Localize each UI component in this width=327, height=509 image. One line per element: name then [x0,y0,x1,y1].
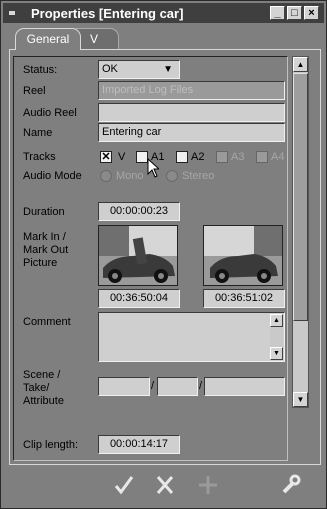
status-label: Status: [23,64,58,76]
status-dropdown[interactable]: OK ▼ [98,60,180,79]
take-field[interactable] [157,377,198,396]
reel-field: Imported Log Files [98,81,285,100]
ok-button[interactable] [111,472,137,498]
close-button[interactable]: × [304,6,319,20]
comment-scroll-up-icon[interactable]: ▲ [270,314,283,327]
stereo-radio [166,170,178,182]
track-a2-label: A2 [191,151,205,163]
check-icon [114,476,134,495]
reel-label: Reel [23,85,46,97]
audio-mode-label: Audio Mode [23,170,82,182]
audio-reel-label: Audio Reel [23,107,77,119]
track-a3-label: A3 [231,151,245,163]
duration-field[interactable]: 00:00:00:23 [98,202,180,221]
settings-button[interactable] [278,472,304,498]
scene-label-line3: Attribute [23,395,64,407]
tracks-label: Tracks [23,151,56,163]
track-a2-checkbox[interactable] [176,151,188,163]
car-image [99,226,177,285]
mark-out-thumbnail[interactable] [203,225,283,286]
tab-general[interactable]: General [15,28,81,50]
mark-label-line3: Picture [23,257,58,269]
maximize-button[interactable]: □ [287,6,302,20]
properties-form: Status: OK ▼ Reel Imported Log Files Aud… [13,56,288,461]
mark-label-line1: Mark In / [23,231,66,243]
comment-field[interactable] [98,312,285,362]
scroll-down-icon[interactable]: ▼ [293,392,308,407]
clip-length-label: Clip length: [23,439,79,451]
mark-in-field[interactable]: 00:36:50:04 [98,289,180,308]
mark-label-line2: Mark Out [23,244,69,256]
comment-scroll-down-icon[interactable]: ▼ [270,347,283,360]
track-a4-checkbox [256,151,268,163]
track-a4-label: A4 [271,151,285,163]
clip-length-field: 00:00:14:17 [98,435,180,454]
scene-separator-2: / [199,380,203,392]
cancel-button[interactable] [152,472,178,498]
name-label: Name [23,127,53,139]
scroll-up-icon[interactable]: ▲ [293,57,308,72]
scene-separator-1: / [151,380,155,392]
window-title: Properties [Entering car] [31,6,184,21]
duration-label: Duration [23,206,65,218]
bottom-toolbar [3,466,324,506]
plus-icon [199,476,217,494]
tab-bar: V General [9,28,319,50]
name-field[interactable]: Entering car [98,123,285,142]
track-v-label: V [118,151,126,163]
mouse-cursor-icon [147,158,159,178]
chevron-down-icon: ▼ [163,64,173,75]
title-bar[interactable]: Properties [Entering car] _ □ × [3,3,324,23]
track-v-checkbox[interactable]: ✕ [100,151,112,163]
mono-label: Mono [116,170,144,182]
minimize-button[interactable]: _ [270,6,285,20]
properties-window: Properties [Entering car] _ □ × V Genera… [0,0,327,509]
scroll-thumb[interactable] [293,73,308,321]
x-icon [156,476,174,494]
system-menu-icon[interactable] [9,11,15,15]
audio-reel-field[interactable] [98,103,285,122]
scene-field[interactable] [98,377,150,396]
mark-out-field[interactable]: 00:36:51:02 [203,289,285,308]
add-button [195,472,221,498]
main-scrollbar[interactable]: ▲ ▼ [292,56,309,408]
mono-radio [100,170,112,182]
comment-scrollbar[interactable]: ▲ ▼ [270,314,283,360]
scene-label-line1: Scene / [23,369,61,381]
comment-label: Comment [23,316,71,328]
mark-in-thumbnail[interactable] [98,225,178,286]
stereo-label: Stereo [182,170,215,182]
attribute-field[interactable] [204,377,285,396]
car-image [204,226,282,285]
track-a3-checkbox [216,151,228,163]
scene-label-line2: Take/ [23,382,50,394]
wrench-icon [282,474,301,494]
status-value: OK [102,63,118,75]
